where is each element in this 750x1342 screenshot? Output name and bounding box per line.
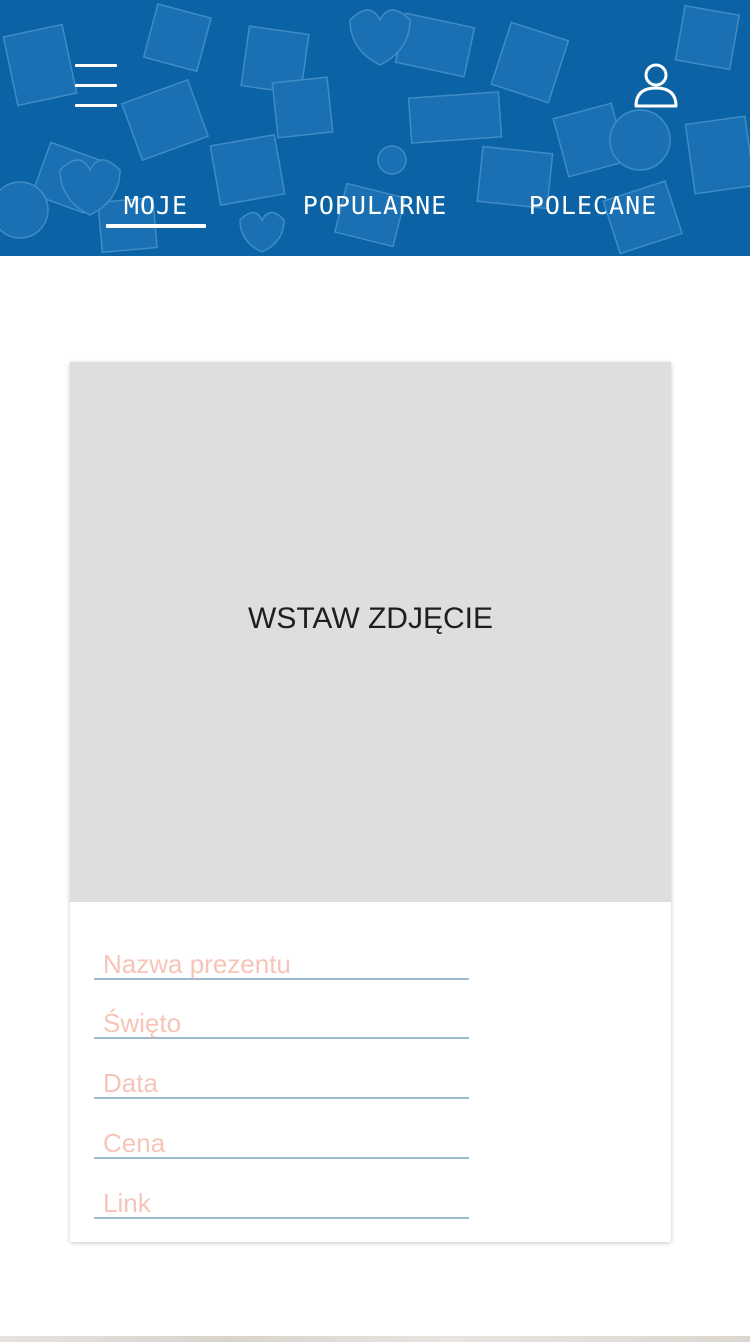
tab-polecane[interactable]: POLECANE (528, 188, 658, 228)
app-header: MOJE POPULARNE POLECANE (0, 0, 750, 256)
next-card-edge (0, 1336, 750, 1342)
date-placeholder: Data (103, 1068, 158, 1098)
active-tab-indicator (106, 224, 206, 228)
price-placeholder: Cena (103, 1128, 166, 1158)
hamburger-menu-icon-line (75, 104, 117, 107)
date-field[interactable]: Data (94, 1057, 469, 1099)
holiday-field[interactable]: Święto (94, 997, 469, 1039)
user-profile-icon (634, 63, 678, 108)
gift-name-placeholder: Nazwa prezentu (103, 949, 291, 979)
hamburger-menu-icon-line (75, 84, 117, 87)
hamburger-menu-icon (75, 64, 117, 67)
tab-moje[interactable]: MOJE (106, 188, 206, 228)
price-field[interactable]: Cena (94, 1117, 469, 1159)
insert-photo-area[interactable]: WSTAW ZDJĘCIE (70, 362, 671, 902)
link-placeholder: Link (103, 1188, 151, 1218)
link-field[interactable]: Link (94, 1177, 469, 1219)
tab-popularne[interactable]: POPULARNE (300, 188, 450, 228)
profile-button[interactable] (630, 60, 682, 112)
gift-form-card: WSTAW ZDJĘCIE Nazwa prezentu Święto Data… (70, 362, 671, 1242)
menu-button[interactable] (72, 62, 120, 110)
gift-name-field[interactable]: Nazwa prezentu (94, 938, 469, 980)
insert-photo-label: WSTAW ZDJĘCIE (248, 602, 493, 635)
holiday-placeholder: Święto (103, 1008, 182, 1038)
